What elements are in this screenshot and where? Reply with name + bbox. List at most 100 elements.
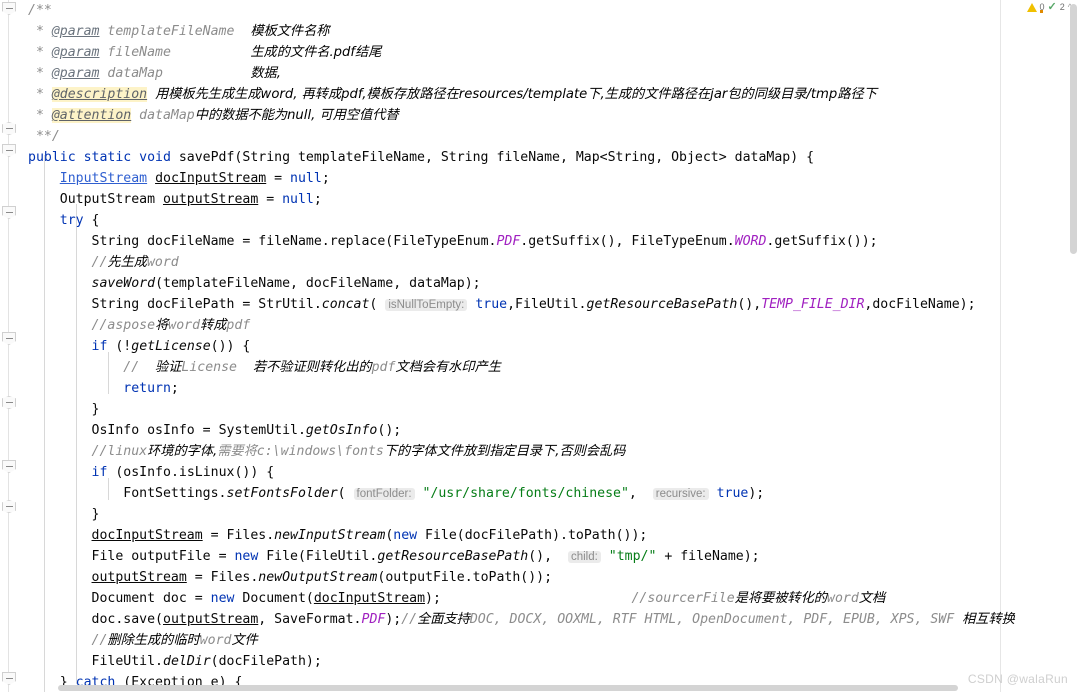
code-token: // <box>123 360 156 375</box>
horizontal-scrollbar[interactable] <box>28 685 1068 692</box>
code-token: (docFilePath); <box>210 654 322 669</box>
code-line[interactable]: doc.save(outputStream, SaveFormat.PDF);/… <box>28 609 1015 630</box>
horizontal-scrollbar-thumb[interactable] <box>58 685 958 691</box>
code-line[interactable]: FileUtil.delDir(docFilePath); <box>28 651 1015 672</box>
code-token: word <box>199 633 232 648</box>
code-line[interactable]: //删除生成的临时word文件 <box>28 630 1015 651</box>
fold-toggle-icon[interactable] <box>2 672 16 685</box>
code-token: ( <box>369 297 386 312</box>
code-token: , SaveFormat. <box>258 612 362 627</box>
code-line[interactable]: public static void savePdf(String templa… <box>28 147 1015 168</box>
code-token: recursive: <box>652 488 709 500</box>
inspection-widget[interactable]: 0 ✓ 2 ^ <box>1026 0 1072 14</box>
code-token: * <box>28 66 52 81</box>
code-line[interactable]: FontSettings.setFontsFolder( fontFolder:… <box>28 483 1015 504</box>
code-token: License <box>181 360 253 375</box>
code-token: 用模板先生成生成word, 再转成pdf,模板存放路径在resources/te… <box>155 87 877 102</box>
code-token: dataMap <box>99 66 251 81</box>
code-token: // <box>401 612 418 627</box>
code-token: Document( <box>234 591 314 606</box>
code-token: @param <box>51 45 100 60</box>
code-token: .getSuffix()); <box>766 234 878 249</box>
code-token: FontSettings. <box>123 486 227 501</box>
code-line[interactable]: * @param templateFileName 模板文件名称 <box>28 21 1015 42</box>
vertical-scrollbar-thumb[interactable] <box>1070 4 1077 254</box>
code-line[interactable]: try { <box>28 210 1015 231</box>
code-token: public static void <box>28 150 179 165</box>
fold-toggle-icon[interactable] <box>2 122 16 135</box>
code-surface[interactable]: /** * @param templateFileName 模板文件名称 * @… <box>28 0 1078 692</box>
code-token: 验证 <box>155 360 182 375</box>
code-token: 生成的文件名.pdf结尾 <box>250 45 382 60</box>
code-token: /** <box>28 3 52 18</box>
code-line[interactable]: * @description 用模板先生成生成word, 再转成pdf,模板存放… <box>28 84 1015 105</box>
code-line[interactable]: OutputStream outputStream = null; <box>28 189 1015 210</box>
code-token: PDF <box>361 612 386 627</box>
code-token: try <box>59 213 84 228</box>
code-token: String docFilePath = StrUtil. <box>91 297 322 312</box>
fold-toggle-icon[interactable] <box>2 2 16 15</box>
code-token: 若不验证则转化出的 <box>252 360 372 375</box>
code-token: null <box>282 192 314 207</box>
code-text[interactable]: /** * @param templateFileName 模板文件名称 * @… <box>28 0 1015 692</box>
code-line[interactable]: String docFileName = fileName.replace(Fi… <box>28 231 1015 252</box>
code-line[interactable]: Document doc = new Document(docInputStre… <box>28 588 1015 609</box>
code-token: ()) { <box>210 339 251 354</box>
fold-toggle-icon[interactable] <box>2 500 16 513</box>
fold-toggle-icon[interactable] <box>2 332 16 345</box>
code-token: docInputStream <box>91 528 203 543</box>
code-line[interactable]: //先生成word <box>28 252 1015 273</box>
code-token: (), <box>528 549 568 564</box>
code-token: getResourceBasePath <box>377 549 529 564</box>
code-token: setFontsFolder <box>226 486 338 501</box>
code-line[interactable]: InputStream docInputStream = null; <box>28 168 1015 189</box>
code-line[interactable]: File outputFile = new File(FileUtil.getR… <box>28 546 1015 567</box>
code-token: getResourceBasePath <box>586 297 738 312</box>
fold-toggle-icon[interactable] <box>2 144 16 157</box>
code-token: } <box>91 402 100 417</box>
code-line[interactable]: String docFilePath = StrUtil.concat( isN… <box>28 294 1015 315</box>
code-line[interactable]: **/ <box>28 126 1015 147</box>
code-token: isNullToEmpty: <box>385 299 468 311</box>
code-line[interactable]: if (!getLicense()) { <box>28 336 1015 357</box>
code-token: null <box>290 171 322 186</box>
code-token: ; <box>321 171 330 186</box>
code-line[interactable]: outputStream = Files.newOutputStream(out… <box>28 567 1015 588</box>
code-line[interactable]: } <box>28 399 1015 420</box>
code-line[interactable]: OsInfo osInfo = SystemUtil.getOsInfo(); <box>28 420 1015 441</box>
code-line[interactable]: // 验证License 若不验证则转化出的pdf文档会有水印产生 <box>28 357 1015 378</box>
code-line[interactable]: * @param dataMap 数据, <box>28 63 1015 84</box>
code-line[interactable]: * @attention dataMap中的数据不能为null, 可用空值代替 <box>28 105 1015 126</box>
code-token: , <box>628 486 653 501</box>
code-token: File outputFile = <box>91 549 235 564</box>
error-stripe-mark[interactable] <box>1040 10 1043 13</box>
fold-toggle-icon[interactable] <box>2 206 16 219</box>
fold-toggle-icon[interactable] <box>2 460 16 473</box>
code-line[interactable]: /** <box>28 0 1015 21</box>
code-line[interactable]: * @param fileName 生成的文件名.pdf结尾 <box>28 42 1015 63</box>
code-token: 中的数据不能为null, 可用空值代替 <box>194 108 399 123</box>
code-token: TEMP_FILE_DIR <box>761 297 865 312</box>
code-line[interactable]: return; <box>28 378 1015 399</box>
code-line[interactable]: saveWord(templateFileName, docFileName, … <box>28 273 1015 294</box>
code-line[interactable]: } <box>28 504 1015 525</box>
code-token: word <box>168 318 201 333</box>
code-token: 模板文件名称 <box>250 24 330 39</box>
code-token: "/usr/share/fonts/chinese" <box>422 486 629 501</box>
code-line[interactable]: docInputStream = Files.newInputStream(ne… <box>28 525 1015 546</box>
code-line[interactable]: if (osInfo.isLinux()) { <box>28 462 1015 483</box>
code-token: 下的字体文件放到指定目录下,否则会乱码 <box>383 444 626 459</box>
warning-triangle-icon[interactable] <box>1026 2 1037 12</box>
code-token: 先生成 <box>107 255 147 270</box>
vertical-scrollbar[interactable] <box>1069 0 1078 692</box>
fold-toggle-icon[interactable] <box>2 396 16 409</box>
code-line[interactable]: //aspose将word转成pdf <box>28 315 1015 336</box>
inspection-check-icon[interactable]: ✓ <box>1048 1 1057 13</box>
code-line[interactable]: //linux环境的字体,需要将c:\windows\fonts下的字体文件放到… <box>28 441 1015 462</box>
